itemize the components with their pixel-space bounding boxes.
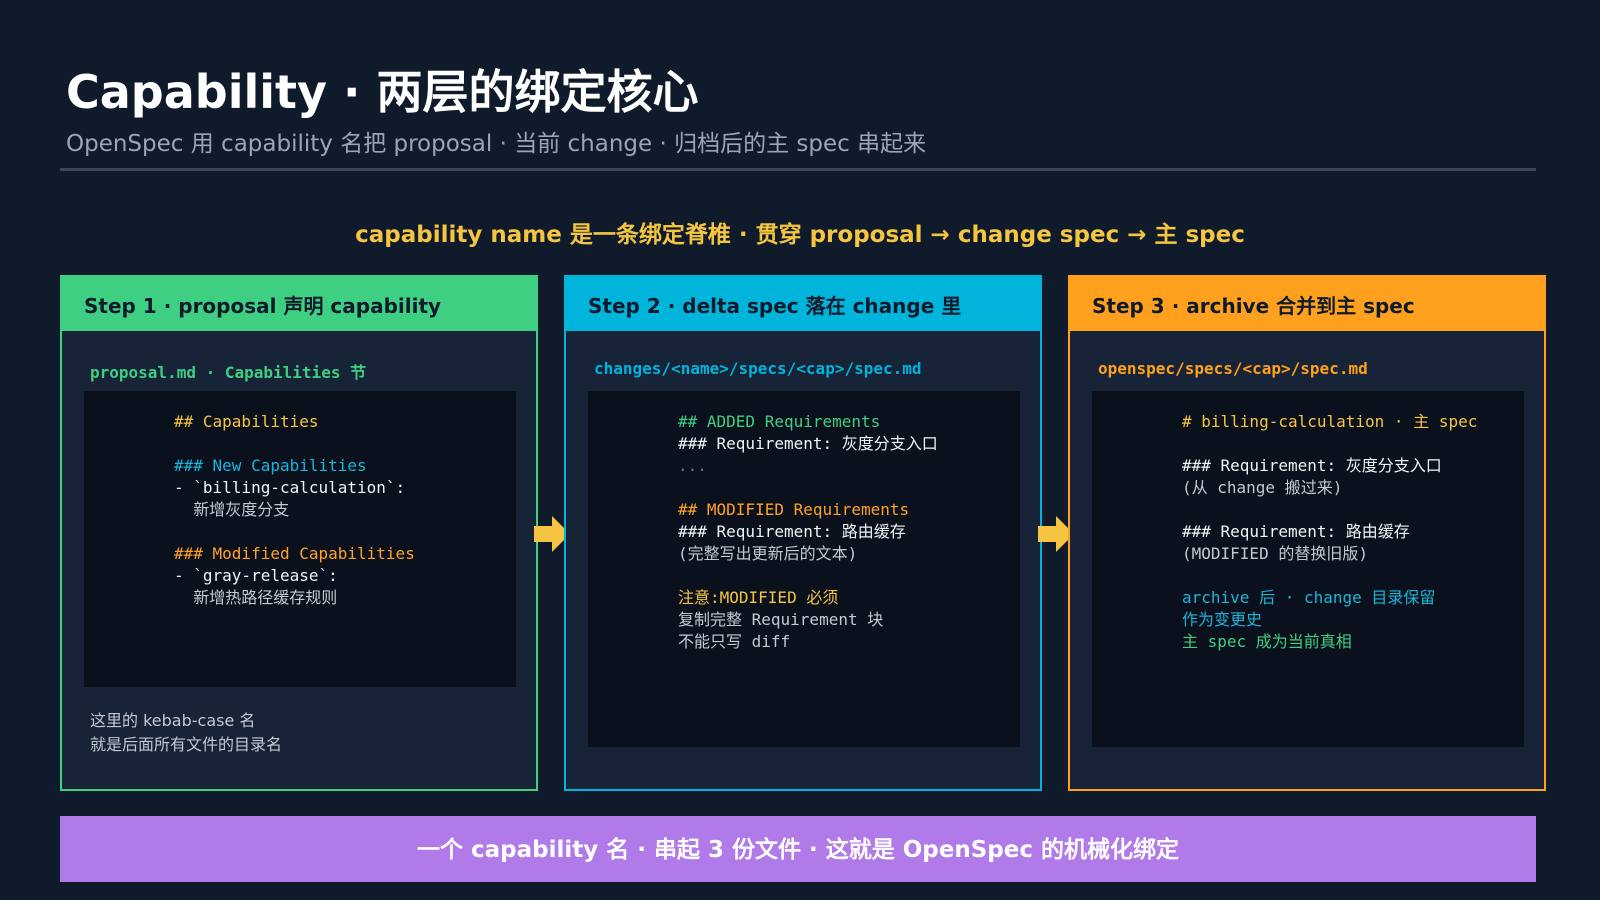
code-line: 复制完整 Requirement 块 xyxy=(678,610,884,629)
code-line: ... xyxy=(678,456,707,475)
code-line: ### Requirement: 路由缓存 xyxy=(1182,522,1410,541)
code-line: ### New Capabilities xyxy=(174,456,367,475)
code-line: ### Requirement: 灰度分支入口 xyxy=(1182,456,1442,475)
page-subtitle: OpenSpec 用 capability 名把 proposal · 当前 c… xyxy=(66,131,927,157)
summary-banner: 一个 capability 名 · 串起 3 份文件 · 这就是 OpenSpe… xyxy=(60,816,1536,882)
step-2-code-block: ## ADDED Requirements ### Requirement: 灰度… xyxy=(588,391,1020,747)
step-3-file-path: openspec/specs/<cap>/spec.md xyxy=(1098,359,1368,378)
step-2-panel: Step 2 · delta spec 落在 change 里 changes/… xyxy=(564,275,1042,791)
code-line: - `billing-calculation`: xyxy=(174,478,406,497)
code-line: 主 spec 成为当前真相 xyxy=(1182,632,1352,651)
header-divider xyxy=(60,168,1536,171)
step-1-code-block: ## Capabilities ### New Capabilities - `b… xyxy=(84,391,516,687)
binding-spine-caption: capability name 是一条绑定脊椎 · 贯穿 proposal → … xyxy=(355,222,1245,248)
code-line: 新增灰度分支 xyxy=(174,500,290,519)
step-1-header: Step 1 · proposal 声明 capability xyxy=(62,277,536,331)
code-line: ### Modified Capabilities xyxy=(174,544,415,563)
code-line: (完整写出更新后的文本) xyxy=(678,544,858,563)
code-line: (从 change 搬过来) xyxy=(1182,478,1343,497)
code-line: 不能只写 diff xyxy=(678,632,791,651)
code-line: ## Capabilities xyxy=(174,412,319,431)
step-1-file-path: proposal.md · Capabilities 节 xyxy=(90,363,367,382)
code-line: ### Requirement: 路由缓存 xyxy=(678,522,906,541)
code-line: 注意:MODIFIED 必须 xyxy=(678,588,839,607)
code-line: 新增热路径缓存规则 xyxy=(174,588,338,607)
code-line: ## MODIFIED Requirements xyxy=(678,500,910,519)
step-1-panel: Step 1 · proposal 声明 capability proposal… xyxy=(60,275,538,791)
code-line: ### Requirement: 灰度分支入口 xyxy=(678,434,938,453)
step-1-note: 这里的 kebab-case 名 就是后面所有文件的目录名 xyxy=(90,709,282,757)
code-line: ## ADDED Requirements xyxy=(678,412,881,431)
code-line: (MODIFIED 的替换旧版) xyxy=(1182,544,1368,563)
code-line: # billing-calculation · 主 spec xyxy=(1182,412,1478,431)
step-2-file-path: changes/<name>/specs/<cap>/spec.md xyxy=(594,359,922,378)
code-line: archive 后 · change 目录保留 xyxy=(1182,588,1436,607)
step-3-panel: Step 3 · archive 合并到主 spec openspec/spec… xyxy=(1068,275,1546,791)
code-line: - `gray-release`: xyxy=(174,566,338,585)
step-2-header: Step 2 · delta spec 落在 change 里 xyxy=(566,277,1040,331)
step-3-code-block: # billing-calculation · 主 spec ### Requi… xyxy=(1092,391,1524,747)
step-1-note-line: 这里的 kebab-case 名 xyxy=(90,711,256,730)
step-1-note-line: 就是后面所有文件的目录名 xyxy=(90,735,283,754)
code-line: 作为变更史 xyxy=(1182,610,1263,629)
page-title: Capability · 两层的绑定核心 xyxy=(66,65,699,119)
step-3-header: Step 3 · archive 合并到主 spec xyxy=(1070,277,1544,331)
